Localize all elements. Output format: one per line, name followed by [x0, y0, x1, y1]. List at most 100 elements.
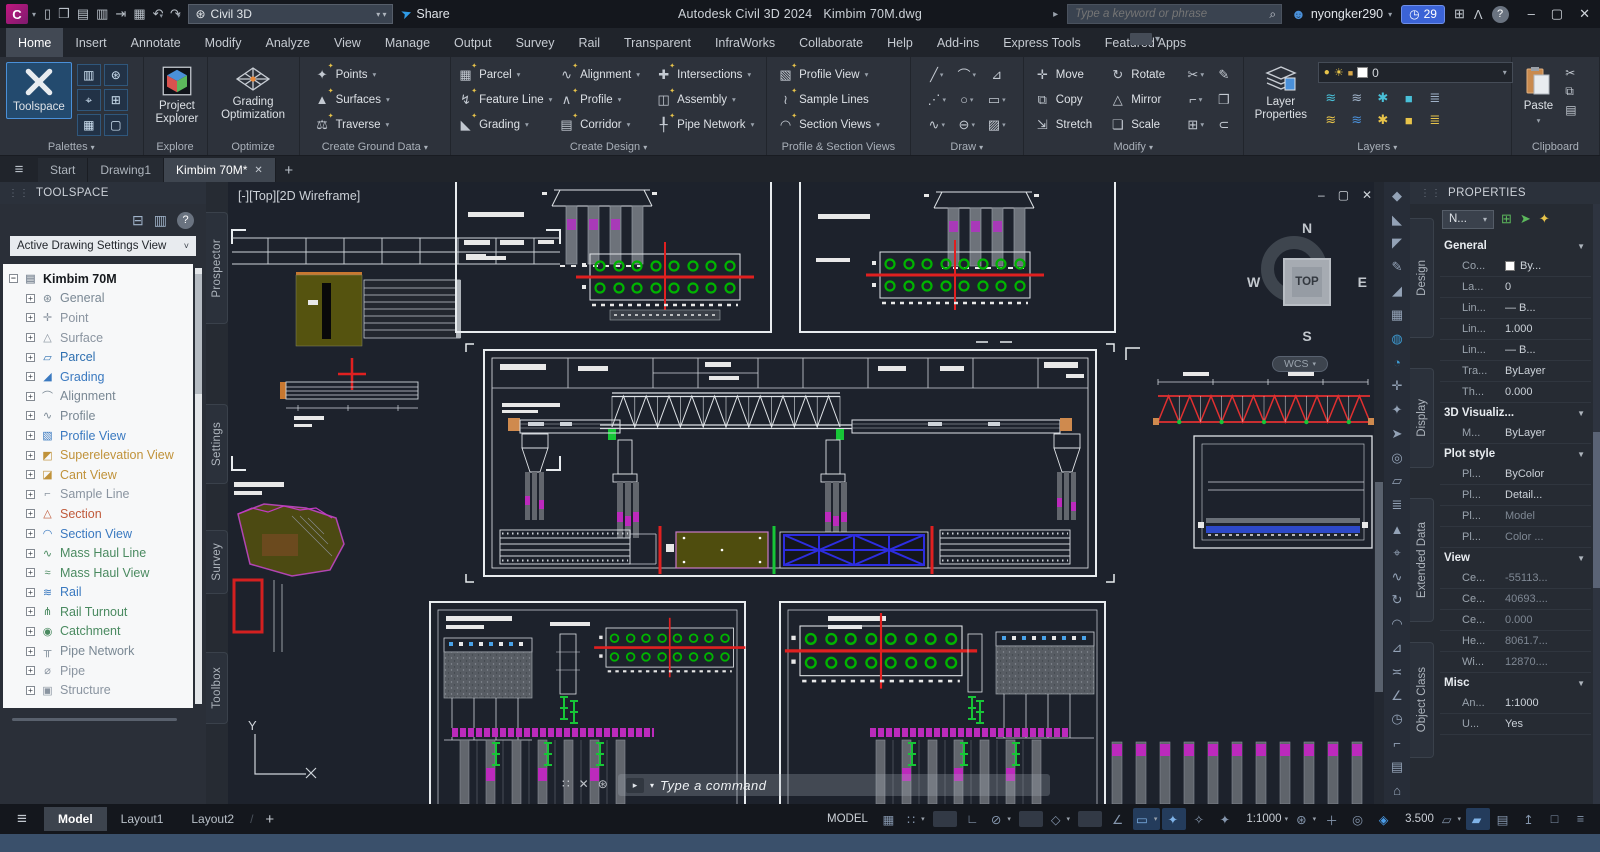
expand-icon[interactable]: + — [26, 392, 35, 401]
panel-title-palettes[interactable]: Palettes ▾ — [0, 141, 143, 153]
panel-title-layers[interactable]: Layers ▾ — [1244, 141, 1511, 153]
settings-palette-button[interactable]: ⊛ — [103, 64, 128, 86]
property-misc[interactable]: Misc ▼ — [1440, 673, 1591, 693]
tree-item-rail-turnout[interactable]: + ⋔ Rail Turnout — [9, 602, 193, 622]
trial-timer-badge[interactable]: ◷ 29 — [1401, 4, 1445, 24]
command-input[interactable]: Type a command — [660, 778, 766, 793]
layer-combo[interactable]: ● ☀ ■ 0 ▾ — [1317, 62, 1513, 83]
tab-object-class[interactable]: Object Class — [1410, 642, 1434, 758]
tree-item-superelevation-view[interactable]: + ◩ Superelevation View — [9, 445, 193, 465]
feature-line-button[interactable]: ↯ ✦ Feature Line ▾ — [457, 87, 558, 112]
status-item-2-button[interactable]: ▾ — [932, 811, 957, 827]
property-plot-style[interactable]: Plot style ▼ — [1440, 444, 1591, 464]
annotate-tool-icon[interactable]: ✎ — [1384, 255, 1410, 279]
surfaces-button[interactable]: ▲ ✦ Surfaces ▾ — [314, 87, 390, 112]
qat-plot-button[interactable]: ▦▾ — [133, 6, 145, 22]
account-menu[interactable]: ☻ nyongker290 ▾ — [1291, 6, 1392, 22]
qat-undo-button[interactable]: ↶▾ — [153, 6, 164, 22]
search-input[interactable] — [1073, 7, 1270, 21]
point-select-icon[interactable]: ➤ — [1384, 422, 1410, 446]
qat-save-as-button[interactable]: ▥▾ — [96, 6, 108, 22]
rotate-button[interactable]: ↻ Rotate — [1109, 62, 1181, 87]
tree-item-profile-view[interactable]: + ▧ Profile View — [9, 426, 193, 446]
ribbon-tab-insert[interactable]: Insert — [63, 28, 118, 57]
qat-open-button[interactable]: ❒▾ — [58, 6, 70, 22]
drawing-close-button[interactable]: ✕ — [1362, 188, 1372, 202]
pipe-network-button[interactable]: ╀ ✦ Pipe Network ▾ — [655, 112, 760, 137]
corridor-button[interactable]: ▤ ✦ Corridor ▾ — [558, 112, 655, 137]
new-layout-button[interactable]: + — [265, 811, 274, 828]
expand-icon[interactable]: + — [26, 431, 35, 441]
draw-rectangle-button[interactable]: ▭ ▾ — [982, 87, 1012, 112]
layer-off-button[interactable]: ≋ — [1318, 109, 1344, 131]
property-wi[interactable]: Wi... 12870.... ▼ — [1440, 652, 1591, 673]
command-line[interactable]: ▸ ▾ Type a command — [618, 774, 1050, 796]
ribbon-tab-manage[interactable]: Manage — [373, 28, 442, 57]
tree-item-pipe-network[interactable]: + ╥ Pipe Network — [9, 641, 193, 661]
status-grid-button[interactable]: ▦▾ — [878, 808, 902, 830]
toolspace-scrollbar[interactable] — [195, 268, 202, 704]
surface-tool-icon[interactable]: ▱ — [1384, 470, 1410, 494]
qat-export-button[interactable]: ⇥▾ — [115, 6, 126, 22]
copy-clip-button[interactable]: ⧉ — [1565, 84, 1576, 99]
property-co[interactable]: Co... By... ▼ — [1440, 256, 1591, 277]
expand-icon[interactable]: + — [26, 666, 35, 676]
status-fullscreen-button[interactable]: □▾ — [1544, 808, 1568, 830]
assembly-button[interactable]: ◫ ✦ Assembly ▾ — [655, 87, 760, 112]
qat-redo-button[interactable]: ↷▾ — [170, 6, 181, 22]
tree-item-general[interactable]: + ⊛ General — [9, 289, 193, 309]
viewcube-top-face[interactable]: TOP — [1283, 258, 1331, 306]
layer-states-button[interactable]: ≣ — [1422, 87, 1448, 109]
draw-construction-line-button[interactable]: ⋰ ▾ — [922, 87, 952, 112]
property-an[interactable]: An... 1:1000 ▼ — [1440, 693, 1591, 714]
tree-item-mass-haul-line[interactable]: + ∿ Mass Haul Line — [9, 543, 193, 563]
expand-icon[interactable]: + — [26, 588, 35, 597]
ribbon-tab-view[interactable]: View — [322, 28, 373, 57]
property-ce[interactable]: Ce... 40693.... ▼ — [1440, 589, 1591, 610]
status-hardware-acceleration-button[interactable]: ◈▾ — [1373, 808, 1397, 830]
command-customize-icon[interactable]: ⊛ — [598, 777, 608, 791]
expand-icon[interactable]: + — [26, 372, 35, 382]
layer-match-button[interactable]: ≋ — [1344, 109, 1370, 131]
toggle-pickadd-icon[interactable]: ⊞ — [1501, 211, 1512, 227]
expand-icon[interactable]: + — [26, 450, 35, 460]
draw-ellipse-button[interactable]: ⊖ ▾ — [952, 112, 982, 137]
tab-design[interactable]: Design — [1410, 218, 1434, 338]
property-ce[interactable]: Ce... 0.000 ▼ — [1440, 610, 1591, 631]
tab-settings[interactable]: Settings — [206, 404, 228, 484]
slope-tool-icon[interactable]: ◢ — [1384, 279, 1410, 303]
qat-new-button[interactable]: ▯▾ — [44, 6, 51, 22]
canvas-scrollbar-thumb[interactable] — [1375, 482, 1383, 692]
point-create-icon[interactable]: ✛ — [1384, 374, 1410, 398]
points-button[interactable]: ✦ ✦ Points ▾ — [314, 62, 377, 87]
collapse-icon[interactable]: − — [9, 274, 18, 284]
viewport-controls[interactable]: [-][Top][2D Wireframe] — [238, 189, 360, 203]
expand-icon[interactable]: + — [26, 333, 35, 343]
trim-button[interactable]: ✂ ▾ — [1183, 62, 1209, 87]
file-tab-drawing1[interactable]: Drawing1✕ — [88, 158, 165, 182]
expand-icon[interactable]: + — [26, 627, 35, 636]
online-map-icon[interactable]: ◔ — [1384, 351, 1410, 375]
draw-arc-button[interactable]: ⌒ ▾ — [952, 62, 982, 87]
layer-freeze-button[interactable]: ✱ — [1370, 87, 1396, 109]
command-grip-icon[interactable]: ∷ — [562, 777, 570, 791]
expand-icon[interactable]: + — [26, 411, 35, 421]
viewcube[interactable]: N W E S TOP — [1247, 220, 1367, 344]
panel-title-create-design[interactable]: Create Design ▾ — [451, 141, 766, 153]
named-views-icon[interactable]: ◤ — [1384, 232, 1410, 256]
ribbon-tab-rail[interactable]: Rail — [566, 28, 612, 57]
status-isodraft-button[interactable]: ◇ ▾ — [1048, 808, 1073, 830]
fillet-button[interactable]: ⌐ ▾ — [1183, 87, 1209, 112]
layer-unisolate-button[interactable]: ≋ — [1344, 87, 1370, 109]
tree-item-structure[interactable]: + ▣ Structure — [9, 680, 193, 700]
file-tab-kimbim-70m[interactable]: Kimbim 70M* ✕ — [164, 158, 276, 182]
property-pl[interactable]: Pl... Detail... ▼ — [1440, 485, 1591, 506]
expand-icon[interactable]: + — [26, 352, 35, 362]
grading-optimization-button[interactable]: Grading Optimization — [214, 62, 293, 126]
status-annotation-scale-icon-button[interactable]: ✦▾ — [1214, 808, 1238, 830]
ribbon-tab-analyze[interactable]: Analyze — [253, 28, 321, 57]
angle-tool-icon[interactable]: ∠ — [1384, 684, 1410, 708]
status-annotation-scale-button[interactable]: 1:1000 ▾ — [1240, 808, 1291, 830]
expand-icon[interactable]: + — [26, 509, 35, 519]
toolspace-help-icon[interactable]: ? — [177, 211, 194, 229]
